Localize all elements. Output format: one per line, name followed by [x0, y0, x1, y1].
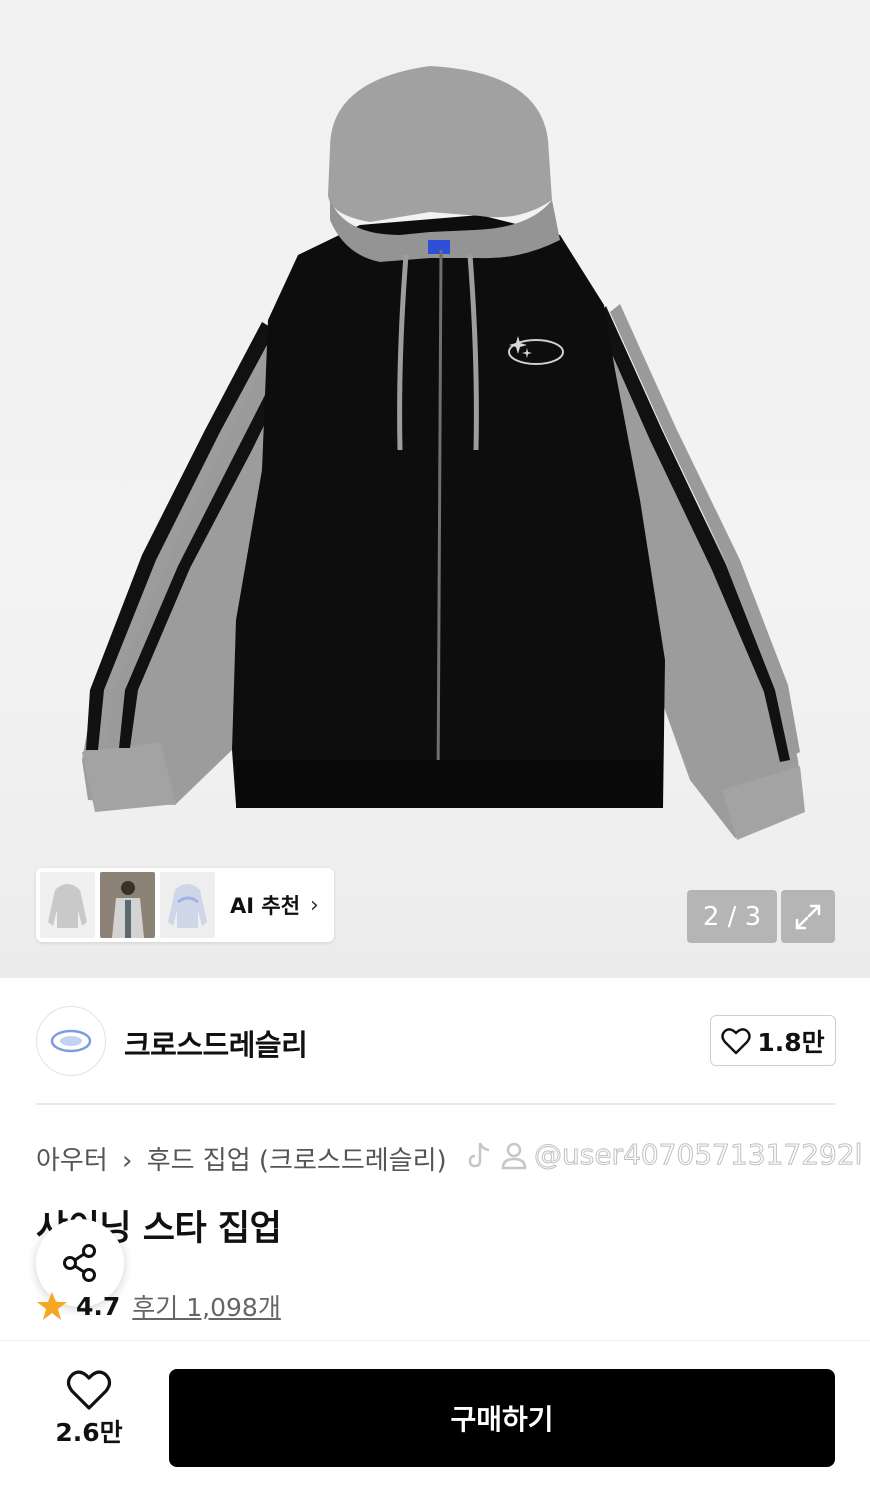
brand-like-button[interactable]: 1.8만	[710, 1015, 836, 1066]
thumbnail-3[interactable]	[160, 872, 215, 938]
brand-logo-icon[interactable]	[36, 1006, 106, 1076]
watermark-text: @user4070571317292l	[533, 1138, 863, 1172]
brand-row: 크로스드레슬리 1.8만	[36, 1004, 836, 1076]
wishlist-count: 2.6만	[55, 1418, 123, 1447]
breadcrumb-separator: ›	[122, 1146, 133, 1176]
expand-button[interactable]	[781, 890, 835, 943]
ai-recommend-label: AI 추천	[230, 894, 301, 918]
rating-score: 4.7	[76, 1291, 121, 1321]
heart-icon	[721, 1027, 752, 1054]
chevron-right-icon: ›	[310, 892, 319, 918]
tiktok-icon	[468, 1142, 490, 1167]
breadcrumb-item[interactable]: 아우터	[36, 1146, 108, 1176]
ai-recommend-button[interactable]: AI 추천 ›	[230, 890, 319, 920]
expand-icon	[795, 904, 821, 929]
star-icon	[37, 1292, 67, 1320]
brand-like-count: 1.8만	[757, 1027, 825, 1057]
buy-button[interactable]: 구매하기	[169, 1369, 835, 1467]
bottom-action-bar: 2.6만 구매하기	[0, 1340, 870, 1501]
product-image-area[interactable]: AI 추천 › 2 / 3	[0, 0, 870, 978]
thumbnail-1[interactable]	[40, 872, 95, 938]
thumbnail-2[interactable]	[100, 872, 155, 938]
review-count-link[interactable]: 후기 1,098개	[132, 1288, 281, 1324]
brand-name[interactable]: 크로스드레슬리	[124, 1022, 308, 1064]
divider	[36, 1103, 835, 1105]
breadcrumb: 아우터 › 후드 집업 (크로스드레슬리)	[36, 1140, 447, 1177]
share-icon	[63, 1244, 96, 1282]
wishlist-button[interactable]: 2.6만	[44, 1369, 134, 1449]
user-icon	[501, 1142, 527, 1169]
product-image[interactable]	[0, 0, 870, 978]
image-counter: 2 / 3	[687, 890, 777, 943]
thumbnail-strip: AI 추천 ›	[36, 868, 334, 942]
heart-icon	[66, 1370, 112, 1410]
rating-row: 4.7 후기 1,098개	[36, 1288, 281, 1324]
watermark: @user4070571317292l	[466, 1138, 863, 1172]
breadcrumb-item[interactable]: 후드 집업 (크로스드레슬리)	[147, 1146, 447, 1176]
